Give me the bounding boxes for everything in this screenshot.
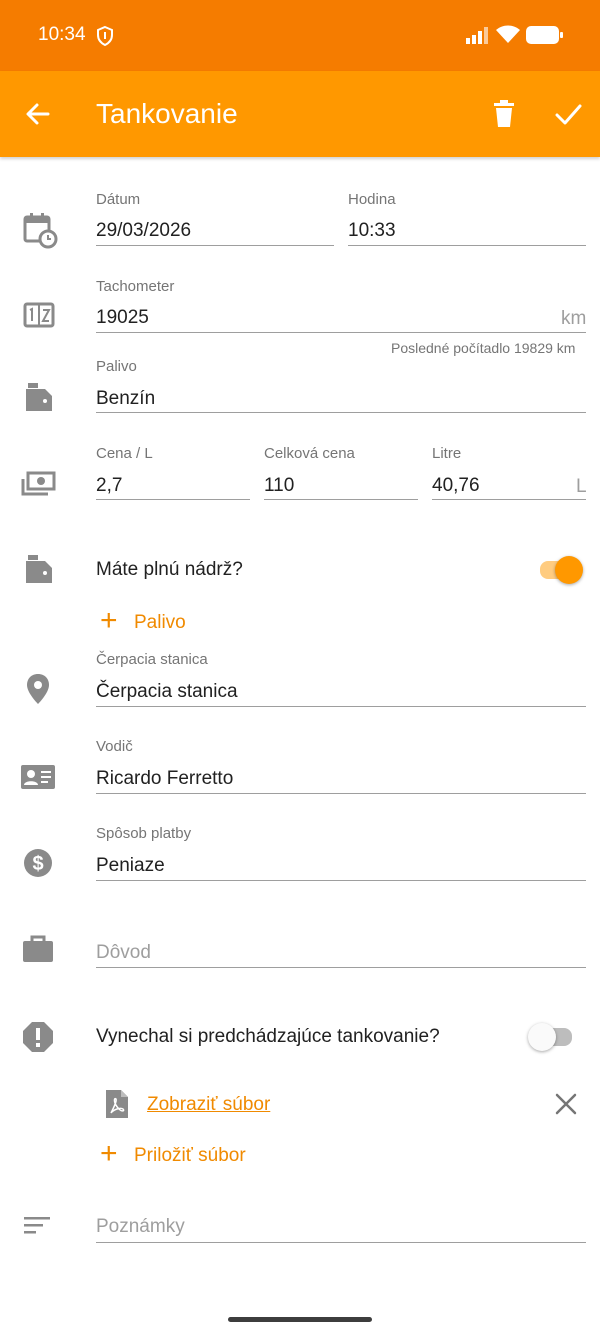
total-price-underline	[264, 499, 418, 500]
signal-icon	[466, 27, 488, 44]
station-underline	[96, 706, 586, 707]
location-pin-icon	[27, 674, 49, 704]
fuel-can-icon	[26, 383, 52, 411]
fuel-can-icon	[26, 555, 52, 583]
money-icon	[21, 471, 56, 496]
missed-refuel-label: Vynechal si predchádzajúce tankovanie?	[96, 1026, 440, 1047]
payment-label: Spôsob platby	[96, 825, 192, 842]
delete-icon[interactable]	[492, 100, 516, 128]
liters-label: Litre	[432, 445, 462, 462]
full-tank-label: Máte plnú nádrž?	[96, 559, 243, 580]
notes-lines-icon	[24, 1217, 50, 1234]
view-file-link[interactable]: Zobraziť súbor	[147, 1094, 270, 1116]
alert-octagon-icon	[23, 1022, 53, 1052]
remove-file-icon[interactable]	[555, 1093, 577, 1115]
liters-unit: L	[576, 476, 587, 497]
page-title: Tankovanie	[96, 98, 238, 129]
date-field[interactable]: 29/03/2026	[96, 220, 191, 242]
add-fuel-button[interactable]: Palivo	[134, 612, 186, 634]
svg-text:$: $	[32, 853, 43, 875]
missed-refuel-switch-thumb[interactable]	[528, 1023, 556, 1051]
full-tank-switch-thumb[interactable]	[555, 556, 583, 584]
liters-underline	[432, 499, 586, 500]
reason-field[interactable]: Dôvod	[96, 942, 151, 964]
attach-plus-icon[interactable]: +	[100, 1139, 118, 1169]
reason-underline	[96, 967, 586, 968]
check-icon[interactable]	[554, 100, 582, 128]
total-price-label: Celková cena	[264, 445, 355, 462]
id-card-icon	[21, 765, 55, 789]
gesture-nav-handle[interactable]	[228, 1317, 372, 1322]
driver-underline	[96, 793, 586, 794]
odometer-icon	[23, 302, 55, 328]
vpn-shield-icon	[97, 25, 113, 47]
notes-field[interactable]: Poznámky	[96, 1216, 185, 1238]
station-label: Čerpacia stanica	[96, 651, 208, 668]
station-field[interactable]: Čerpacia stanica	[96, 681, 238, 703]
payment-underline	[96, 880, 586, 881]
time-underline	[348, 245, 586, 246]
attach-file-button[interactable]: Priložiť súbor	[134, 1145, 246, 1167]
status-time: 10:34	[38, 24, 86, 45]
odometer-helper: Posledné počítadlo 19829 km	[391, 340, 576, 356]
odometer-unit: km	[561, 308, 587, 329]
notes-underline	[96, 1242, 586, 1243]
price-per-liter-label: Cena / L	[96, 445, 153, 462]
add-fuel-plus-icon[interactable]: +	[100, 606, 118, 636]
fuel-underline	[96, 412, 586, 413]
wifi-icon	[496, 25, 520, 43]
calendar-clock-icon	[23, 213, 58, 249]
driver-select[interactable]: Ricardo Ferretto	[96, 768, 233, 790]
price-per-liter-underline	[96, 499, 250, 500]
back-arrow-icon[interactable]	[24, 100, 52, 128]
odometer-underline	[96, 332, 586, 333]
pdf-file-icon	[106, 1090, 128, 1118]
dollar-coin-icon: $	[24, 849, 52, 877]
date-label: Dátum	[96, 191, 141, 208]
time-field[interactable]: 10:33	[348, 220, 396, 242]
payment-select[interactable]: Peniaze	[96, 855, 165, 877]
battery-icon	[526, 26, 563, 44]
liters-field[interactable]: 40,76	[432, 475, 480, 497]
date-underline	[96, 245, 334, 246]
fuel-select[interactable]: Benzín	[96, 388, 155, 410]
odometer-label: Tachometer	[96, 278, 175, 295]
price-per-liter-field[interactable]: 2,7	[96, 475, 122, 497]
fuel-label: Palivo	[96, 358, 137, 375]
odometer-field[interactable]: 19025	[96, 307, 149, 329]
time-label: Hodina	[348, 191, 396, 208]
driver-label: Vodič	[96, 738, 133, 755]
briefcase-icon	[23, 935, 53, 962]
total-price-field[interactable]: 110	[264, 475, 294, 497]
